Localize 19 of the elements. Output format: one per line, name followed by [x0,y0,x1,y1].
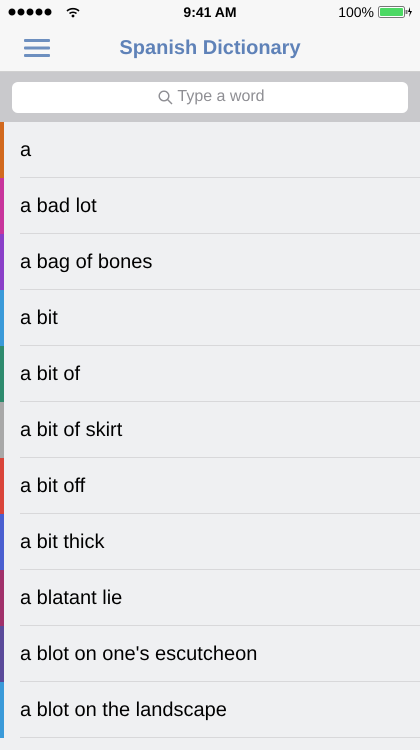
word-entry[interactable]: a bit thick [20,526,104,556]
wifi-icon [66,6,80,18]
word-entry[interactable]: a bag of bones [20,246,152,276]
search-field[interactable]: Type a word [12,82,408,112]
word-entry[interactable]: a bit of [20,358,80,388]
word-entry[interactable]: a bit [20,302,58,332]
word-entry[interactable]: a blot on the landscape [20,694,227,724]
battery-percent: 100% [338,2,374,22]
app-title: Spanish Dictionary [119,36,301,60]
menu-icon [24,38,50,56]
status-time: 9:41 AM [183,2,237,22]
word-entry[interactable]: a bit of skirt [20,414,122,444]
battery-icon [378,6,412,18]
word-entry[interactable]: a bit off [20,470,86,500]
word-entry[interactable]: a [20,134,32,164]
word-entry[interactable]: a blatant lie [20,582,122,612]
word-entry[interactable]: a blot on one's escutcheon [20,638,258,668]
search-icon [158,90,173,104]
word-entry[interactable]: a bad lot [20,190,97,220]
